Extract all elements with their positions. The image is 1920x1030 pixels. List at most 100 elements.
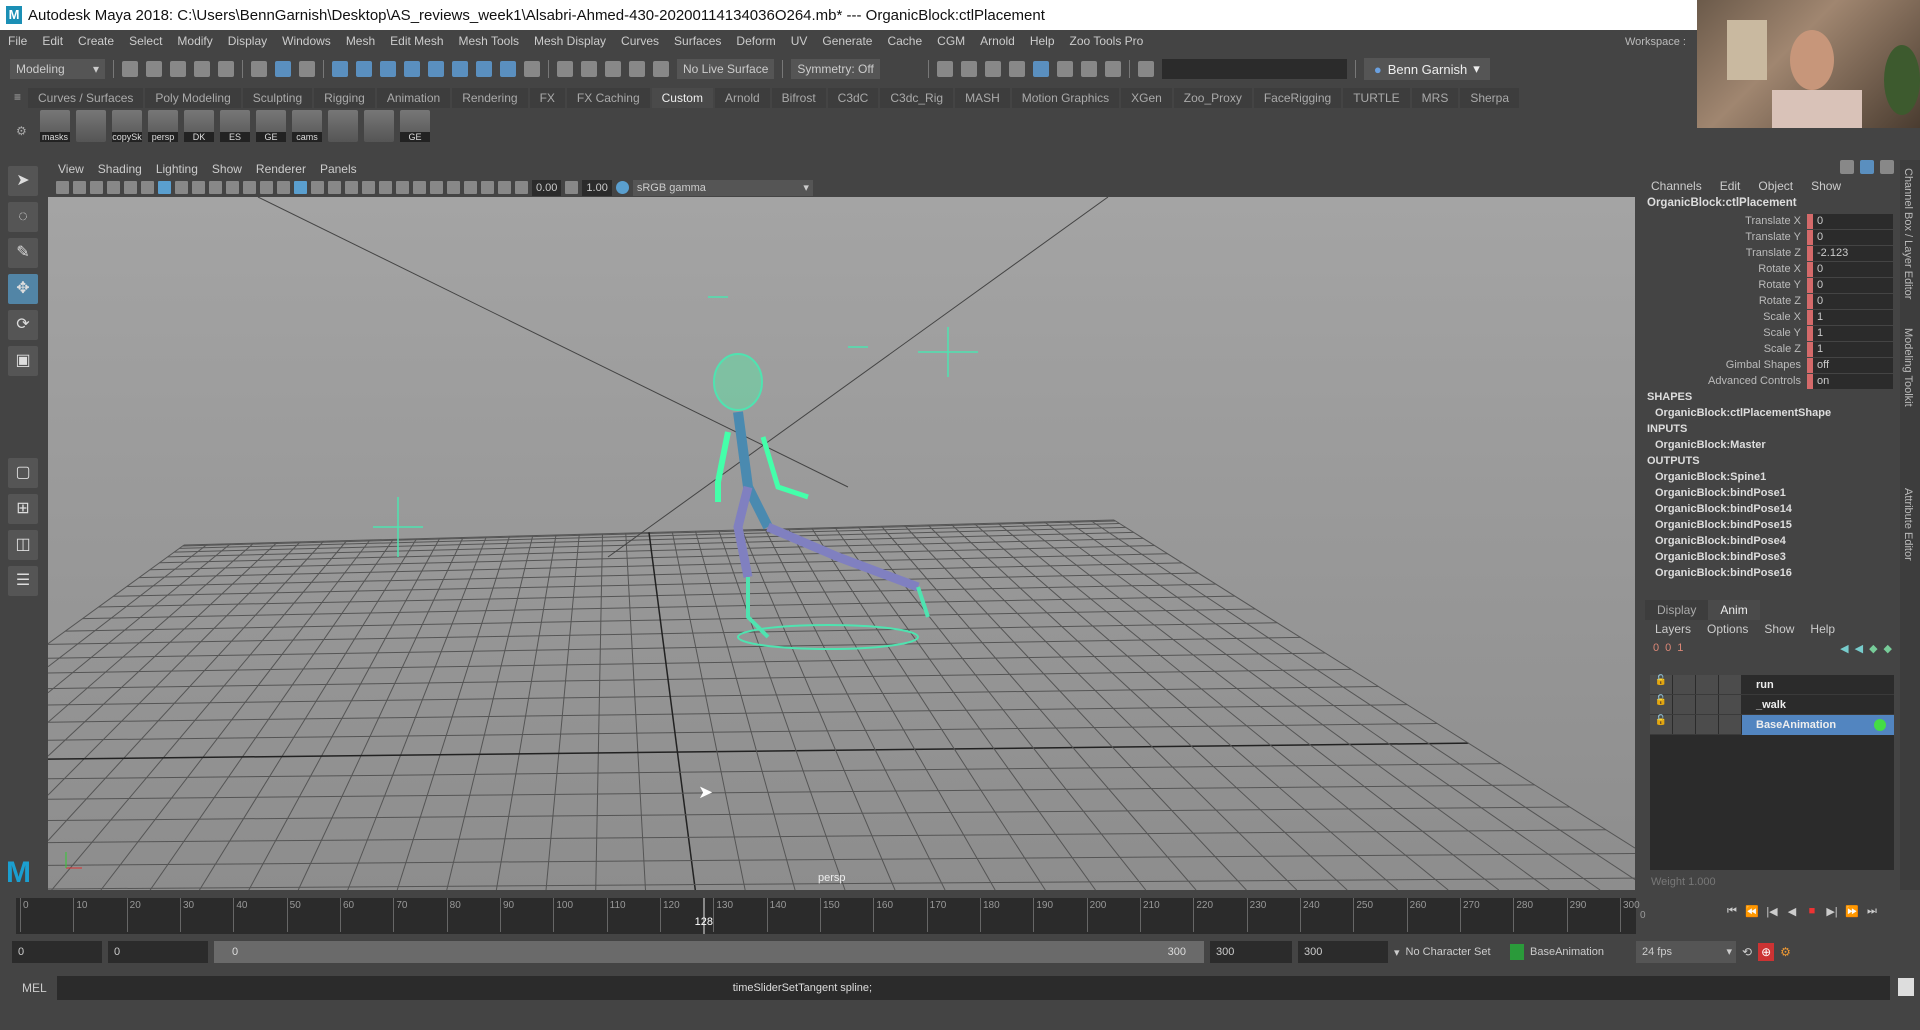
wireframe-on-shaded-icon[interactable]: [328, 181, 341, 194]
history-icon[interactable]: [629, 61, 645, 77]
menu-deform[interactable]: Deform: [736, 34, 775, 48]
pin-icon[interactable]: [1880, 160, 1894, 174]
lights-icon[interactable]: [362, 181, 375, 194]
outputs-item[interactable]: OrganicBlock:bindPose1: [1645, 485, 1900, 501]
history-icon[interactable]: [557, 61, 573, 77]
bookmark-icon[interactable]: [90, 181, 103, 194]
shelf-tab-mash[interactable]: MASH: [955, 88, 1010, 108]
tab-display[interactable]: Display: [1645, 600, 1709, 620]
gate-mask-icon[interactable]: [209, 181, 222, 194]
channel-value-field[interactable]: 0: [1813, 293, 1893, 309]
shelf-tab-zoo-proxy[interactable]: Zoo_Proxy: [1173, 88, 1252, 108]
shelf-settings-gear-icon[interactable]: ⚙: [16, 124, 27, 138]
menu-file[interactable]: File: [8, 34, 27, 48]
safe-action-icon[interactable]: [243, 181, 256, 194]
inputs-item[interactable]: OrganicBlock:Master: [1645, 437, 1900, 453]
isolate-select-icon[interactable]: [447, 181, 460, 194]
scale-tool-icon[interactable]: ▣: [8, 346, 38, 376]
shelf-button-copysk[interactable]: copySk: [112, 110, 142, 142]
lock-icon[interactable]: [524, 61, 540, 77]
menu-create[interactable]: Create: [78, 34, 114, 48]
select-hierarchy-icon[interactable]: [251, 61, 267, 77]
film-gate-icon[interactable]: [175, 181, 188, 194]
camera-select-icon[interactable]: [56, 181, 69, 194]
render-settings-icon[interactable]: [1008, 61, 1025, 77]
3d-viewport[interactable]: ➤ persp: [48, 197, 1635, 890]
channel-row-translate-y[interactable]: Translate Y 0: [1645, 229, 1900, 245]
menu-edit[interactable]: Edit: [42, 34, 63, 48]
redo-icon[interactable]: [218, 61, 234, 77]
menu-mesh[interactable]: Mesh: [346, 34, 375, 48]
new-layer-icon[interactable]: ◆: [1869, 642, 1877, 655]
step-back-frame-icon[interactable]: |◀: [1765, 905, 1779, 919]
safe-title-icon[interactable]: [260, 181, 273, 194]
snap-surface-icon[interactable]: [428, 61, 444, 77]
history-icon[interactable]: [605, 61, 621, 77]
menu-modify[interactable]: Modify: [177, 34, 212, 48]
shelf-tab-arnold[interactable]: Arnold: [714, 88, 770, 108]
shelf-tab-fx-caching[interactable]: FX Caching: [566, 88, 650, 108]
mute-toggle-icon[interactable]: [1673, 715, 1695, 734]
step-back-key-icon[interactable]: ⏪: [1745, 905, 1759, 919]
motion-blur-icon[interactable]: [413, 181, 426, 194]
menu-uv[interactable]: UV: [791, 34, 808, 48]
shelf-tab-facerigging[interactable]: FaceRigging: [1253, 88, 1342, 108]
play-backward-icon[interactable]: ◀: [1785, 905, 1799, 919]
layer-row[interactable]: 🔓 BaseAnimation: [1650, 714, 1894, 735]
weight-value[interactable]: 1.000: [1688, 876, 1716, 888]
shelf-tab-fx[interactable]: FX: [529, 88, 565, 108]
snap-live-icon[interactable]: [452, 61, 468, 77]
channel-value-field[interactable]: 0: [1813, 213, 1893, 229]
two-view-layout-icon[interactable]: ◫: [8, 530, 38, 560]
camera-attributes-icon[interactable]: [73, 181, 86, 194]
default-material-icon[interactable]: [311, 181, 324, 194]
xray-icon[interactable]: [464, 181, 477, 194]
zero-weight-key-icon[interactable]: 0: [1665, 642, 1671, 655]
image-plane-icon[interactable]: [107, 181, 120, 194]
channel-row-scale-x[interactable]: Scale X 1: [1645, 309, 1900, 325]
full-weight-key-icon[interactable]: 1: [1677, 642, 1683, 655]
channel-row-rotate-z[interactable]: Rotate Z 0: [1645, 293, 1900, 309]
channel-row-translate-x[interactable]: Translate X 0: [1645, 213, 1900, 229]
viewport-menu-panels[interactable]: Panels: [320, 162, 357, 176]
menu-curves[interactable]: Curves: [621, 34, 659, 48]
script-editor-icon[interactable]: [1898, 978, 1914, 996]
mode-dropdown[interactable]: Modeling ▾: [10, 59, 105, 79]
menu-edit-mesh[interactable]: Edit Mesh: [390, 34, 443, 48]
snap-view-icon[interactable]: [476, 61, 492, 77]
menu-select[interactable]: Select: [129, 34, 162, 48]
ghost-toggle-icon[interactable]: [1719, 695, 1741, 714]
layer-menu-layers[interactable]: Layers: [1655, 622, 1691, 636]
menu-cgm[interactable]: CGM: [937, 34, 965, 48]
menu-windows[interactable]: Windows: [282, 34, 331, 48]
shelf-button-dk[interactable]: DK: [184, 110, 214, 142]
layer-menu-show[interactable]: Show: [1764, 622, 1794, 636]
shelf-tab-animation[interactable]: Animation: [376, 88, 451, 108]
shelf-tab-rigging[interactable]: Rigging: [314, 88, 375, 108]
tab-anim[interactable]: Anim: [1708, 600, 1760, 620]
channel-value-field[interactable]: 0: [1813, 229, 1893, 245]
shelf-button-es[interactable]: ES: [220, 110, 250, 142]
shelf-tab-c3dc[interactable]: C3dC: [827, 88, 879, 108]
shelf-tab-turtle[interactable]: TURTLE: [1343, 88, 1410, 108]
ghost-toggle-icon[interactable]: [1719, 715, 1741, 734]
channel-menu-show[interactable]: Show: [1811, 179, 1841, 193]
viewport-menu-view[interactable]: View: [58, 162, 84, 176]
channel-value-field[interactable]: off: [1813, 357, 1893, 373]
open-scene-icon[interactable]: [146, 61, 162, 77]
step-forward-key-icon[interactable]: ⏩: [1845, 905, 1859, 919]
menu-mesh-display[interactable]: Mesh Display: [534, 34, 606, 48]
auto-key-icon[interactable]: ⊕: [1758, 943, 1775, 961]
new-layer-from-selected-icon[interactable]: ◆: [1884, 642, 1892, 655]
loop-icon[interactable]: ⟲: [1742, 945, 1752, 959]
shelf-tab-bifrost[interactable]: Bifrost: [771, 88, 826, 108]
grid-toggle-icon[interactable]: [158, 181, 171, 194]
pause-icon[interactable]: [1104, 61, 1121, 77]
history-icon[interactable]: [653, 61, 669, 77]
resolution-gate-icon[interactable]: [192, 181, 205, 194]
shelf-button[interactable]: [328, 110, 358, 142]
ghost-toggle-icon[interactable]: [1719, 675, 1741, 694]
exposure-field[interactable]: 0.00: [532, 179, 562, 196]
shapes-item[interactable]: OrganicBlock:ctlPlacementShape: [1645, 405, 1900, 421]
menu-help[interactable]: Help: [1030, 34, 1055, 48]
